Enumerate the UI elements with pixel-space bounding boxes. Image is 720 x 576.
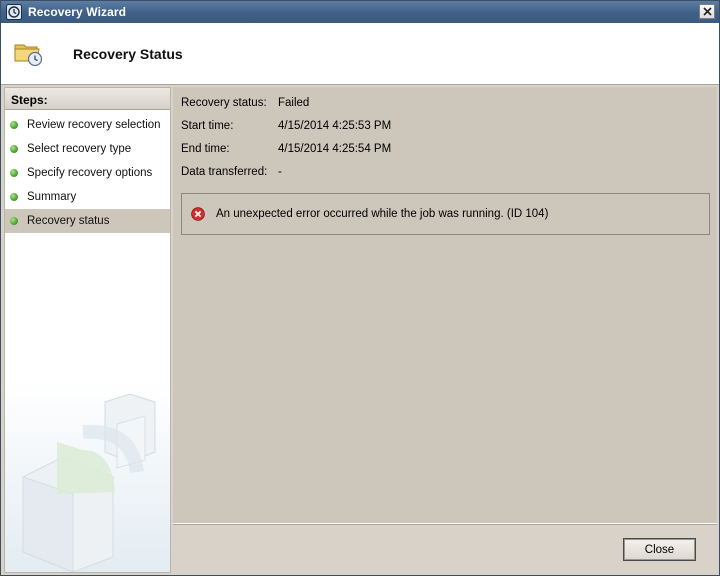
end-time-row: End time: 4/15/2014 4:25:54 PM [181, 143, 391, 159]
recovery-status-row: Recovery status: Failed [181, 97, 309, 113]
step-complete-icon [10, 145, 18, 153]
step-select-recovery-type[interactable]: Select recovery type [5, 137, 170, 161]
start-time-label: Start time: [181, 120, 234, 132]
steps-title: Steps: [5, 88, 170, 110]
close-button[interactable]: Close [623, 538, 696, 561]
data-transferred-label: Data transferred: [181, 166, 268, 178]
step-complete-icon [10, 217, 18, 225]
recovery-status-label: Recovery status: [181, 97, 267, 109]
error-icon [191, 207, 205, 221]
start-time-row: Start time: 4/15/2014 4:25:53 PM [181, 120, 391, 136]
title-bar[interactable]: Recovery Wizard [1, 1, 719, 23]
status-content: Recovery status: Failed Start time: 4/15… [173, 87, 717, 523]
step-complete-icon [10, 121, 18, 129]
step-label: Recovery status [27, 215, 110, 227]
window-title: Recovery Wizard [28, 5, 127, 19]
step-label: Review recovery selection [27, 119, 161, 131]
end-time-label: End time: [181, 143, 230, 155]
recovery-status-value: Failed [278, 97, 310, 109]
data-transferred-value: - [278, 166, 282, 178]
recovery-wizard-window: Recovery Wizard Recovery Status Steps: R… [0, 0, 720, 576]
close-icon [702, 7, 712, 16]
step-recovery-status[interactable]: Recovery status [5, 209, 170, 233]
start-time-value: 4/15/2014 4:25:53 PM [278, 120, 392, 132]
step-label: Specify recovery options [27, 167, 153, 179]
step-complete-icon [10, 169, 18, 177]
error-message: An unexpected error occurred while the j… [216, 208, 549, 220]
page-title: Recovery Status [73, 46, 183, 62]
steps-panel: Steps: Review recovery selection Select … [4, 87, 171, 573]
recovery-illustration [5, 382, 170, 572]
folder-clock-icon [14, 44, 43, 67]
step-review-recovery-selection[interactable]: Review recovery selection [5, 113, 170, 137]
wizard-footer: Close [173, 523, 717, 573]
step-specify-recovery-options[interactable]: Specify recovery options [5, 161, 170, 185]
recovery-wizard-icon [6, 4, 22, 20]
wizard-header: Recovery Status [1, 23, 719, 85]
window-close-button[interactable] [699, 4, 715, 19]
error-message-box: An unexpected error occurred while the j… [181, 193, 710, 235]
step-complete-icon [10, 193, 18, 201]
end-time-value: 4/15/2014 4:25:54 PM [278, 143, 392, 155]
data-transferred-row: Data transferred: - [181, 166, 282, 182]
step-label: Summary [27, 191, 77, 203]
step-summary[interactable]: Summary [5, 185, 170, 209]
step-label: Select recovery type [27, 143, 132, 155]
